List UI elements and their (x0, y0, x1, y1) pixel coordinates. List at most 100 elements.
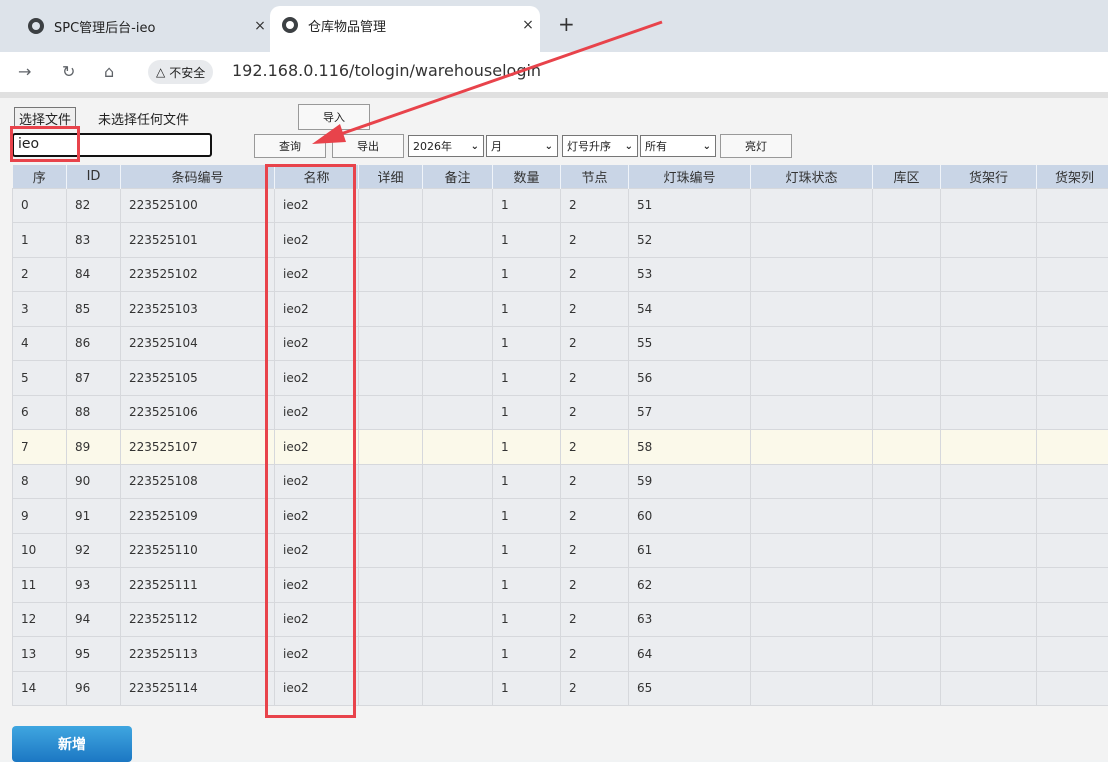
close-icon[interactable]: × (516, 17, 540, 33)
tab-spc-admin[interactable]: SPC管理后台-ieo × (16, 8, 272, 44)
table-cell (873, 395, 941, 430)
table-cell: 1 (493, 326, 561, 361)
table-row[interactable]: 1092223525110ieo21261 (13, 533, 1108, 568)
table-row[interactable]: 991223525109ieo21260 (13, 499, 1108, 534)
table-row[interactable]: 789223525107ieo21258 (13, 430, 1108, 465)
table-cell (941, 361, 1037, 396)
table-cell (751, 257, 873, 292)
table-cell: 1 (493, 637, 561, 672)
search-input[interactable]: ieo (12, 133, 212, 157)
table-cell (359, 533, 423, 568)
close-icon[interactable]: × (248, 18, 272, 34)
forward-icon[interactable]: → (18, 62, 31, 81)
table-cell: 223525101 (121, 223, 275, 258)
table-cell: ieo2 (275, 533, 359, 568)
query-button[interactable]: 查询 (254, 134, 326, 158)
table-cell (941, 257, 1037, 292)
table-cell (873, 430, 941, 465)
sort-value: 灯号升序 (567, 138, 611, 154)
table-row[interactable]: 385223525103ieo21254 (13, 292, 1108, 327)
table-row[interactable]: 1395223525113ieo21264 (13, 637, 1108, 672)
table-cell: 13 (13, 637, 67, 672)
table-cell (423, 568, 493, 603)
new-tab-button[interactable]: + (558, 12, 575, 36)
year-select[interactable]: 2026年⌄ (408, 135, 484, 157)
table-row[interactable]: 486223525104ieo21255 (13, 326, 1108, 361)
column-header: 灯珠编号 (629, 165, 751, 188)
table-cell: 223525113 (121, 637, 275, 672)
table-cell (359, 257, 423, 292)
table-cell: 2 (561, 188, 629, 223)
table-cell: 58 (629, 430, 751, 465)
table-row[interactable]: 1193223525111ieo21262 (13, 568, 1108, 603)
file-status: 未选择任何文件 (98, 109, 189, 128)
tab-warehouse[interactable]: 仓库物品管理 × (270, 6, 540, 52)
table-cell (941, 326, 1037, 361)
security-indicator[interactable]: △ 不安全 (148, 60, 213, 84)
table-cell: 1 (493, 464, 561, 499)
url-field[interactable]: 192.168.0.116/tologin/warehouselogin (232, 61, 541, 80)
table-cell: 2 (561, 326, 629, 361)
table-row[interactable]: 587223525105ieo21256 (13, 361, 1108, 396)
table-row[interactable]: 183223525101ieo21252 (13, 223, 1108, 258)
table-row[interactable]: 688223525106ieo21257 (13, 395, 1108, 430)
column-header: 序 (13, 165, 67, 188)
table-cell: 1 (493, 499, 561, 534)
table-cell (359, 464, 423, 499)
table-cell: 223525112 (121, 602, 275, 637)
choose-file-button[interactable]: 选择文件 (14, 107, 76, 129)
sort-select[interactable]: 灯号升序 ⌄ (562, 135, 638, 157)
chevron-down-icon: ⌄ (625, 141, 633, 152)
table-cell: 89 (67, 430, 121, 465)
table-cell: 2 (13, 257, 67, 292)
month-select[interactable]: 月⌄ (486, 135, 558, 157)
table-row[interactable]: 890223525108ieo21259 (13, 464, 1108, 499)
table-cell (359, 361, 423, 396)
table-row[interactable]: 1496223525114ieo21265 (13, 671, 1108, 706)
add-button[interactable]: 新增 (12, 726, 132, 762)
table-cell: 223525107 (121, 430, 275, 465)
table-cell (1037, 568, 1108, 603)
table-cell (359, 188, 423, 223)
table-row[interactable]: 1294223525112ieo21263 (13, 602, 1108, 637)
chevron-down-icon: ⌄ (703, 141, 711, 152)
reload-icon[interactable]: ↻ (62, 62, 75, 81)
table-cell (751, 671, 873, 706)
table-cell: 95 (67, 637, 121, 672)
column-header: 数量 (493, 165, 561, 188)
table-cell: 1 (493, 671, 561, 706)
column-header: 条码编号 (121, 165, 275, 188)
table-cell: ieo2 (275, 637, 359, 672)
table-cell: 88 (67, 395, 121, 430)
table-cell (423, 671, 493, 706)
column-header: 详细 (359, 165, 423, 188)
table-cell: 2 (561, 533, 629, 568)
table-cell: 12 (13, 602, 67, 637)
table-cell: 2 (561, 568, 629, 603)
table-row[interactable]: 082223525100ieo21251 (13, 188, 1108, 223)
table-cell: ieo2 (275, 602, 359, 637)
table-row[interactable]: 284223525102ieo21253 (13, 257, 1108, 292)
table-cell: 61 (629, 533, 751, 568)
table-cell (359, 326, 423, 361)
table-cell (1037, 223, 1108, 258)
table-cell: 59 (629, 464, 751, 499)
home-icon[interactable]: ⌂ (104, 62, 114, 81)
table-cell: 1 (493, 568, 561, 603)
export-button[interactable]: 导出 (332, 134, 404, 158)
month-value: 月 (491, 138, 502, 154)
table-cell (359, 671, 423, 706)
import-button[interactable]: 导入 (298, 104, 370, 130)
table-cell: ieo2 (275, 671, 359, 706)
table-cell (1037, 671, 1108, 706)
table-cell: 223525114 (121, 671, 275, 706)
table-cell (1037, 257, 1108, 292)
table-cell: 2 (561, 223, 629, 258)
table-cell (873, 568, 941, 603)
filter-select[interactable]: 所有⌄ (640, 135, 716, 157)
table-cell (1037, 533, 1108, 568)
table-cell (941, 223, 1037, 258)
light-button[interactable]: 亮灯 (720, 134, 792, 158)
table-cell: 223525108 (121, 464, 275, 499)
table-cell: ieo2 (275, 499, 359, 534)
